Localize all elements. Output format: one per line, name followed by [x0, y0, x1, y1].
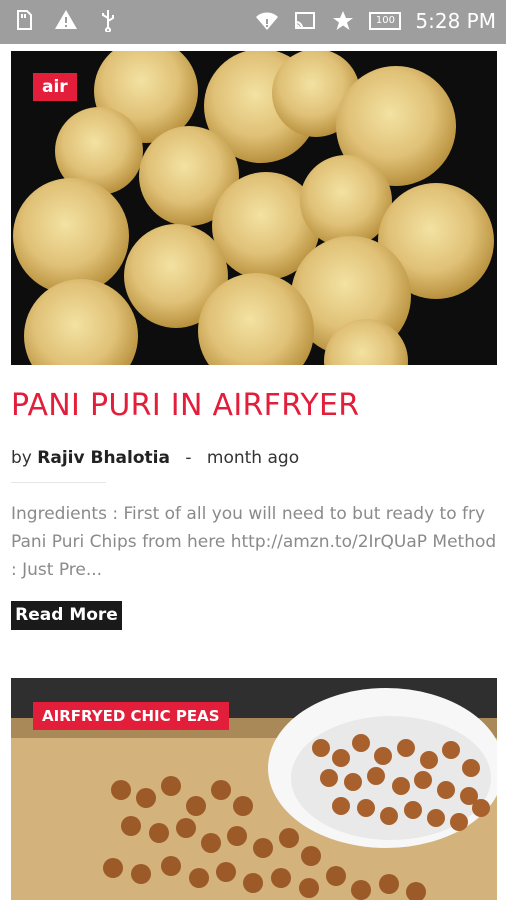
post-meta: by Rajiv Bhalotia - month ago: [11, 448, 299, 468]
by-label: by: [11, 448, 32, 468]
cast-icon: [293, 9, 317, 33]
sd-card-icon: [12, 8, 36, 32]
meta-separator: -: [185, 448, 192, 468]
wifi-icon: [255, 9, 279, 33]
status-bar: 100 5:28 PM: [0, 0, 506, 44]
post-author[interactable]: Rajiv Bhalotia: [37, 448, 170, 468]
battery-label: 100: [375, 15, 395, 26]
warning-icon: [54, 8, 78, 32]
star-icon: [331, 9, 355, 33]
post-tag[interactable]: air: [33, 73, 77, 101]
read-more-button[interactable]: Read More: [11, 601, 122, 630]
post-image-chic-peas[interactable]: AIRFRYED CHIC PEAS: [11, 678, 497, 900]
battery-icon: 100: [369, 12, 402, 30]
pani-puri-photo: [11, 51, 497, 365]
usb-icon: [96, 8, 120, 33]
status-time: 5:28 PM: [415, 9, 496, 33]
post-time-ago: month ago: [206, 448, 300, 468]
post-image-pani-puri[interactable]: air: [11, 51, 497, 365]
post-title[interactable]: PANI PURI IN AIRFRYER: [11, 388, 359, 423]
post-excerpt: Ingredients : First of all you will need…: [11, 504, 497, 580]
meta-divider: [11, 482, 106, 483]
post-tag[interactable]: AIRFRYED CHIC PEAS: [33, 702, 229, 730]
